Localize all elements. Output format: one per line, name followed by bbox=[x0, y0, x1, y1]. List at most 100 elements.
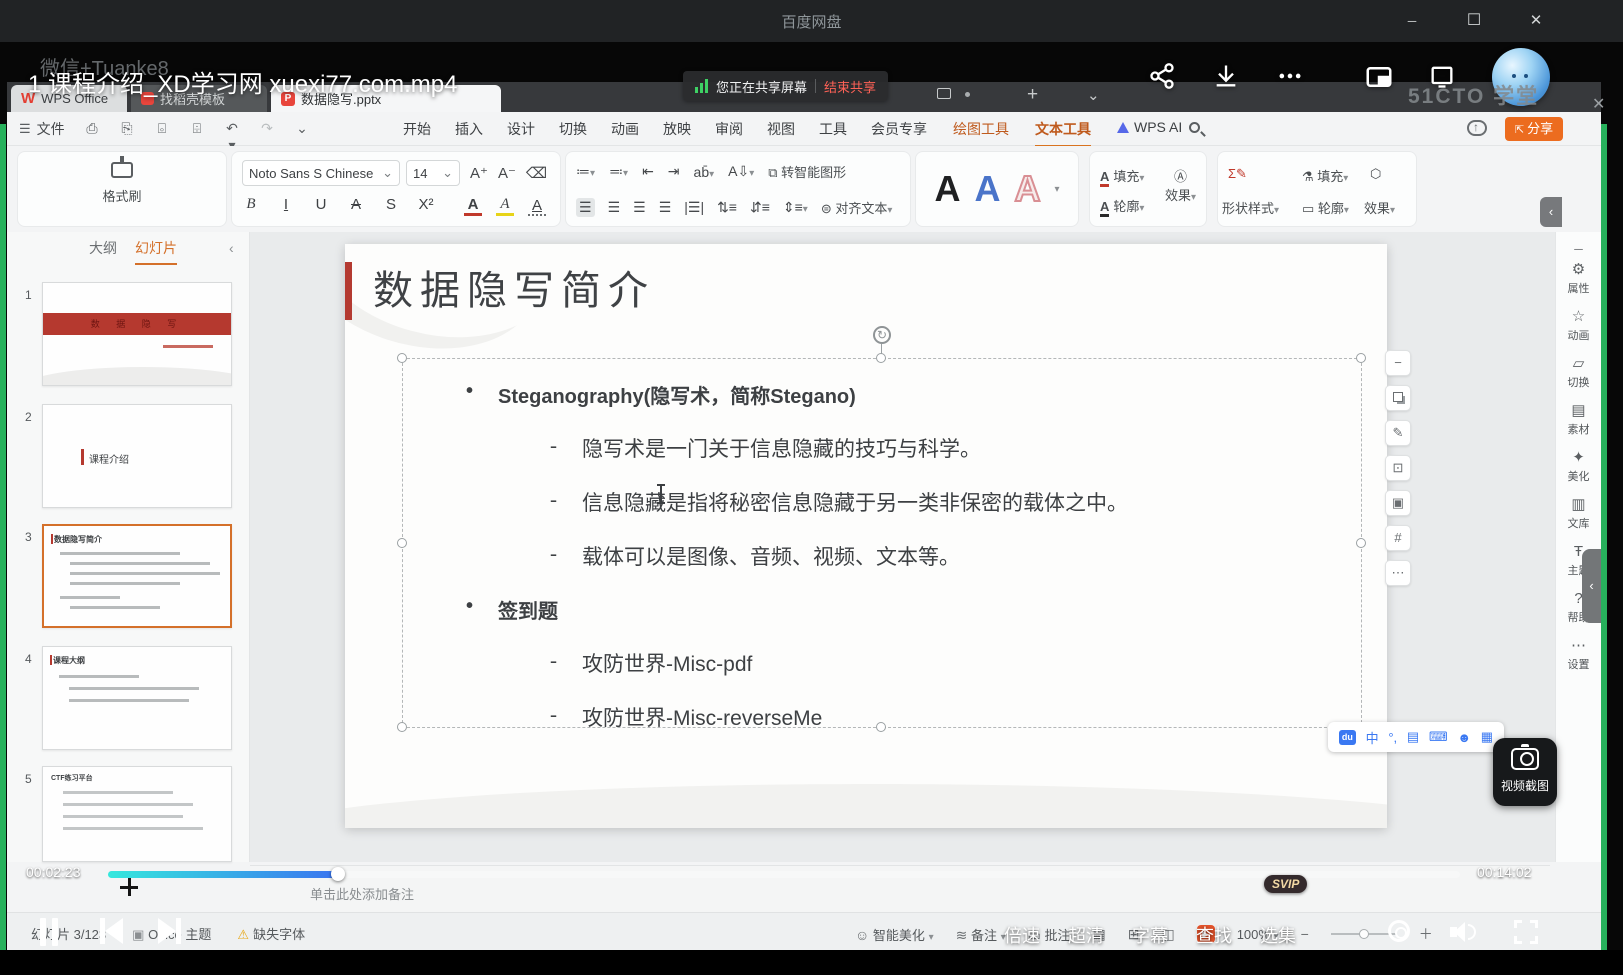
bullet-list-icon[interactable]: ≔▾ bbox=[576, 163, 595, 180]
picture-icon[interactable]: ▣ bbox=[1385, 490, 1411, 516]
menu-item[interactable]: 开始 bbox=[403, 119, 431, 139]
resize-handle-ne[interactable] bbox=[1356, 353, 1366, 363]
video-share-icon[interactable] bbox=[1148, 62, 1178, 92]
previous-button[interactable] bbox=[100, 918, 123, 949]
ime-grid-icon[interactable]: ▦ bbox=[1481, 729, 1493, 745]
search-icon[interactable] bbox=[1189, 122, 1200, 133]
menu-item[interactable]: 视图 bbox=[767, 119, 795, 139]
text-effect-button[interactable]: Ⓐ效果▾ bbox=[1165, 166, 1196, 204]
slide-thumbnail-4[interactable]: 课程大纲 bbox=[42, 646, 232, 750]
watermark-close-icon[interactable]: ✕ bbox=[1592, 94, 1605, 114]
player-control[interactable]: 超清 bbox=[1068, 922, 1104, 948]
line-spacing-icon[interactable]: ⇕≡▾ bbox=[783, 199, 808, 216]
missing-font-warning[interactable]: ⚠缺失字体 bbox=[237, 924, 305, 943]
next-button[interactable] bbox=[158, 918, 181, 949]
ime-keyboard-icon[interactable]: ⌨ bbox=[1429, 729, 1448, 745]
sidebar-item-library[interactable]: ▥ 文库 bbox=[1568, 497, 1590, 531]
menu-item[interactable]: 审阅 bbox=[715, 119, 743, 139]
decrease-font-icon[interactable]: A⁻ bbox=[498, 164, 516, 182]
wps-share-button[interactable]: 分享 bbox=[1505, 117, 1563, 141]
ime-chinese-mode-icon[interactable]: 中 bbox=[1366, 728, 1379, 747]
vertical-text-icon[interactable]: A⇩▾ bbox=[728, 163, 754, 180]
shape-outline-button[interactable]: ▭ 轮廓▾ bbox=[1302, 198, 1349, 217]
menu-item[interactable]: 放映 bbox=[663, 119, 691, 139]
menu-item[interactable]: 会员专享 bbox=[871, 119, 927, 139]
text-direction-icon[interactable]: ab̄▾ bbox=[694, 164, 715, 180]
resize-handle-nw[interactable] bbox=[397, 353, 407, 363]
menu-item[interactable]: 切换 bbox=[559, 119, 587, 139]
menu-item[interactable]: 设计 bbox=[507, 119, 535, 139]
tab-slides-active[interactable]: 幻灯片 bbox=[135, 238, 177, 265]
player-control[interactable]: 倍速 bbox=[1004, 922, 1040, 948]
stamp-icon[interactable]: ⊡ bbox=[1385, 455, 1411, 481]
smart-graphic-button[interactable]: ⧉ 转智能图形 bbox=[768, 162, 846, 181]
zoom-out-icon[interactable]: − bbox=[1301, 926, 1309, 942]
rotate-handle[interactable]: ↻ bbox=[873, 326, 891, 344]
text-preset-black-icon[interactable]: A bbox=[934, 171, 960, 207]
input-method-toolbar[interactable]: du 中 °, ▤ ⌨ ☻ ▦ bbox=[1328, 722, 1504, 752]
shape-fill-button[interactable]: ⚗ 填充▾ bbox=[1302, 166, 1348, 185]
format-button[interactable]: A bbox=[347, 196, 365, 213]
align-right-icon[interactable]: ☰ bbox=[633, 199, 646, 216]
sidebar-item-assets[interactable]: ▤ 素材 bbox=[1568, 403, 1590, 437]
shape-effect-button[interactable]: 效果▾ bbox=[1364, 198, 1395, 217]
notes-hint[interactable]: 单击此处添加备注 bbox=[310, 884, 414, 903]
menu-item[interactable]: 插入 bbox=[455, 119, 483, 139]
record-circle-icon[interactable] bbox=[1388, 920, 1410, 942]
zoom-slider-handle[interactable] bbox=[1359, 929, 1369, 939]
sidebar-minimize-icon[interactable]: ─ bbox=[1556, 242, 1601, 256]
decrease-indent-icon[interactable]: ⇤ bbox=[642, 163, 654, 180]
wps-ai-button[interactable]: WPS AI bbox=[1117, 119, 1182, 135]
numbered-list-icon[interactable]: ≕▾ bbox=[609, 163, 628, 180]
current-slide[interactable]: 数据隐写简介 ↻ Stegano bbox=[345, 244, 1387, 828]
zoom-in-icon[interactable]: ＋ bbox=[1419, 924, 1433, 944]
distribute-icon[interactable]: |☰| bbox=[684, 199, 704, 216]
align-left-icon[interactable]: ☰ bbox=[576, 198, 595, 217]
file-menu-button[interactable]: 文件 bbox=[19, 119, 65, 139]
crop-icon[interactable]: # bbox=[1385, 525, 1411, 551]
window-minimize-button[interactable] bbox=[1398, 8, 1426, 34]
clear-format-icon[interactable]: ⌫ bbox=[526, 164, 547, 182]
player-control[interactable]: 查找 bbox=[1196, 922, 1232, 948]
resize-handle-sw[interactable] bbox=[397, 722, 407, 732]
ime-punctuation-icon[interactable]: °, bbox=[1388, 730, 1397, 745]
shape-style-button[interactable]: Σ✎ bbox=[1228, 166, 1247, 182]
sidebar-item-properties[interactable]: ⚙ 属性 bbox=[1568, 262, 1590, 296]
smart-beautify-button[interactable]: ☺ 智能美化 ▾ bbox=[855, 925, 934, 944]
increase-font-icon[interactable]: A⁺ bbox=[470, 164, 488, 182]
highlight-color-icon[interactable]: A bbox=[496, 196, 514, 216]
shape-style-label[interactable]: 形状样式▾ bbox=[1222, 198, 1279, 217]
sidebar-item-animation[interactable]: ☆ 动画 bbox=[1568, 309, 1590, 343]
ribbon-collapse-handle[interactable]: ‹ bbox=[1540, 197, 1562, 227]
ime-user-icon[interactable]: ☻ bbox=[1457, 730, 1471, 745]
fullscreen-icon[interactable] bbox=[1514, 920, 1538, 944]
video-player-area[interactable]: W WPS Office 找稻壳模板 P 数据隐写.pptx 文件 bbox=[0, 42, 1623, 975]
font-color-icon[interactable]: A bbox=[464, 196, 482, 216]
tab-outline[interactable]: 大纲 bbox=[89, 238, 117, 258]
row-spacing-icon[interactable]: ⇅≡ bbox=[717, 199, 737, 216]
format-button[interactable]: B bbox=[242, 196, 260, 213]
format-painter-button[interactable]: 格式刷 bbox=[18, 162, 226, 205]
sidebar-item-beautify[interactable]: ✦ 美化 bbox=[1568, 450, 1590, 484]
resize-handle-w[interactable] bbox=[397, 538, 407, 548]
notes-button[interactable]: ≋ 备注 ▾ bbox=[956, 925, 1006, 944]
tab-text-tools-active[interactable]: 文本工具 bbox=[1035, 119, 1091, 148]
align-text-button[interactable]: ⊜ 对齐文本▾ bbox=[821, 198, 893, 217]
sidebar-item-settings[interactable]: ⋯ 设置 bbox=[1568, 638, 1590, 672]
text-preset-blue-icon[interactable]: A bbox=[974, 171, 1000, 207]
font-size-select[interactable]: 14 bbox=[406, 160, 460, 186]
cloud-upload-icon[interactable] bbox=[1467, 120, 1487, 136]
player-control[interactable]: 选集 bbox=[1260, 922, 1296, 948]
format-button[interactable]: I bbox=[277, 196, 295, 213]
slide-thumbnail-1[interactable]: 数 据 隐 写 bbox=[42, 282, 232, 386]
slide-thumbnail-2[interactable]: 课程介绍 bbox=[42, 404, 232, 508]
tab-list-icon[interactable] bbox=[937, 88, 951, 99]
menu-item[interactable]: 工具 bbox=[819, 119, 847, 139]
window-close-button[interactable] bbox=[1522, 8, 1550, 34]
picture-in-picture-icon[interactable] bbox=[1364, 62, 1394, 92]
text-outline-button[interactable]: A轮廓▾ bbox=[1100, 196, 1144, 215]
text-preset-chevron-icon[interactable]: ▾ bbox=[1054, 184, 1059, 195]
column-spacing-icon[interactable]: ⇵≡ bbox=[750, 199, 770, 216]
player-control[interactable]: 字幕 bbox=[1132, 922, 1168, 948]
ime-logo-icon[interactable]: du bbox=[1339, 730, 1356, 745]
